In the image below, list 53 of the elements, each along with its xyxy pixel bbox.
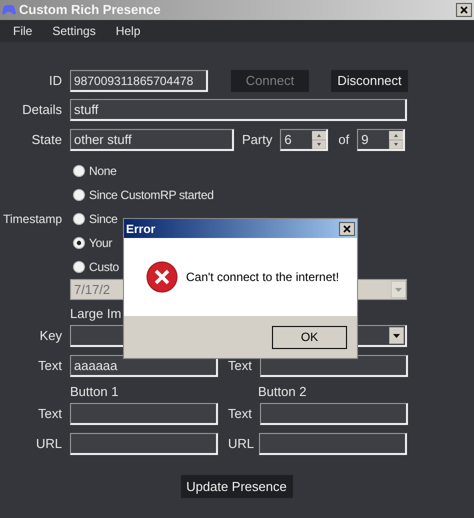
close-icon [460, 6, 468, 14]
radio-button[interactable] [73, 213, 85, 225]
dialog-title: Error [126, 220, 156, 238]
error-icon [146, 261, 178, 293]
radio-label: None [89, 163, 116, 180]
update-presence-button[interactable]: Update Presence [180, 475, 292, 498]
radio-label: Since [89, 211, 118, 228]
window-title: Custom Rich Presence [19, 1, 161, 20]
ok-button[interactable]: OK [272, 326, 347, 348]
field-label: Text [38, 405, 62, 424]
spinner-arrows-icon[interactable] [389, 130, 404, 148]
field-label: Text [228, 358, 252, 374]
radio-label: Since CustomRP started [89, 187, 214, 204]
field-label: URL [36, 435, 62, 454]
menu-item[interactable]: Help [116, 22, 140, 40]
state-field[interactable]: other stuff [70, 129, 234, 151]
field-label: ID [49, 72, 62, 90]
section-heading: Button 2 [258, 383, 306, 402]
text-field[interactable] [70, 403, 218, 425]
radio-button[interactable] [73, 189, 85, 201]
field-label: State [32, 131, 62, 150]
error-message: Can't connect to the internet! [186, 269, 340, 286]
id-field[interactable]: 987009311865704478 [70, 70, 208, 92]
close-icon [343, 224, 351, 232]
party-size-spinner[interactable]: 6 [280, 129, 328, 151]
field-label: Party [242, 131, 272, 150]
dropdown-arrow-icon[interactable] [389, 327, 404, 344]
details-field[interactable]: stuff [70, 99, 407, 121]
field-label: Timestamp [3, 211, 62, 228]
party-max-spinner[interactable]: 9 [357, 129, 406, 151]
field-label: URL [228, 436, 254, 452]
section-heading: Large Im [70, 305, 122, 324]
menu-item[interactable]: File [13, 22, 32, 40]
close-button[interactable] [339, 222, 355, 236]
field-label: of [338, 132, 350, 148]
field-label: Key [40, 327, 62, 346]
radio-button[interactable] [73, 165, 85, 177]
spinner-arrows-icon[interactable] [312, 130, 326, 148]
field-label: Text [38, 357, 62, 376]
url-field[interactable] [70, 433, 218, 455]
section-heading: Button 1 [70, 384, 118, 400]
disconnect-button[interactable]: Disconnect [331, 70, 408, 92]
field-label: Text [228, 406, 252, 422]
game-controller-icon [2, 4, 16, 16]
text-field[interactable] [260, 403, 408, 425]
radio-label: Your [89, 235, 112, 252]
field-label: Details [22, 101, 62, 120]
radio-button[interactable] [73, 261, 85, 273]
url-field[interactable] [259, 433, 407, 455]
close-button[interactable] [456, 3, 472, 17]
radio-button[interactable] [73, 237, 85, 249]
radio-label: Custo [89, 259, 119, 276]
menu-item[interactable]: Settings [52, 22, 96, 40]
